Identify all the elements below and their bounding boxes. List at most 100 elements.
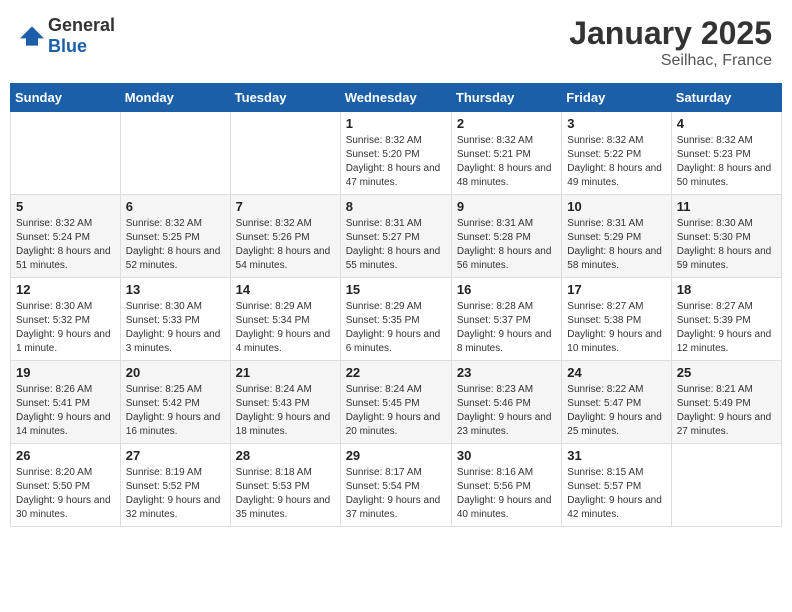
day-info: Sunrise: 8:16 AMSunset: 5:56 PMDaylight:… [457, 466, 556, 522]
col-header-wednesday: Wednesday [340, 84, 451, 112]
day-info: Sunrise: 8:32 AMSunset: 5:20 PMDaylight:… [346, 134, 446, 190]
col-header-thursday: Thursday [451, 84, 561, 112]
day-info: Sunrise: 8:32 AMSunset: 5:24 PMDaylight:… [16, 217, 115, 273]
logo-blue-text: Blue [48, 36, 87, 56]
day-info: Sunrise: 8:24 AMSunset: 5:43 PMDaylight:… [236, 383, 335, 439]
table-row: 19Sunrise: 8:26 AMSunset: 5:41 PMDayligh… [11, 361, 121, 444]
table-row: 11Sunrise: 8:30 AMSunset: 5:30 PMDayligh… [671, 195, 781, 278]
table-row: 13 Sunrise: 8:30 AMSunset: 5:33 PMDayligh… [120, 278, 230, 361]
table-row: 7 Sunrise: 8:32 AMSunset: 5:26 PMDaylight… [230, 195, 340, 278]
day-info: Sunrise: 8:30 AMSunset: 5:32 PMDaylight:… [16, 300, 115, 356]
day-number: 11 [677, 199, 776, 214]
table-row: 6Sunrise: 8:32 AMSunset: 5:25 PMDaylight… [120, 195, 230, 278]
day-info: Sunrise: 8:31 AMSunset: 5:29 PMDaylight:… [567, 217, 665, 273]
day-number: 5 [16, 199, 115, 214]
day-number: 20 [126, 365, 225, 380]
table-row [230, 112, 340, 195]
day-number: 13 [126, 282, 225, 297]
day-number: 29 [346, 448, 446, 463]
day-number: 8 [346, 199, 446, 214]
logo-general-text: General [48, 15, 115, 35]
day-info: Sunrise: 8:32 AMSunset: 5:26 PMDaylight:… [236, 217, 335, 273]
day-info: Sunrise: 8:22 AMSunset: 5:47 PMDaylight:… [567, 383, 665, 439]
day-number: 18 [677, 282, 776, 297]
day-number: 27 [126, 448, 225, 463]
col-header-sunday: Sunday [11, 84, 121, 112]
table-row: 31 Sunrise: 8:15 AMSunset: 5:57 PMDayligh… [562, 444, 671, 527]
calendar-week-row: 1 Sunrise: 8:32 AMSunset: 5:20 PMDaylight… [11, 112, 782, 195]
day-info: Sunrise: 8:28 AMSunset: 5:37 PMDaylight:… [457, 300, 556, 356]
table-row: 28 Sunrise: 8:18 AMSunset: 5:53 PMDayligh… [230, 444, 340, 527]
calendar-week-row: 5 Sunrise: 8:32 AMSunset: 5:24 PMDaylight… [11, 195, 782, 278]
page-header: General Blue January 2025 Seilhac, Franc… [10, 10, 782, 75]
day-info: Sunrise: 8:18 AMSunset: 5:53 PMDaylight:… [236, 466, 335, 522]
location-subtitle: Seilhac, France [569, 52, 772, 70]
day-number: 30 [457, 448, 556, 463]
table-row [120, 112, 230, 195]
day-info: Sunrise: 8:31 AMSunset: 5:27 PMDaylight:… [346, 217, 446, 273]
day-info: Sunrise: 8:21 AMSunset: 5:49 PMDaylight:… [677, 383, 776, 439]
day-number: 1 [346, 116, 446, 131]
calendar-week-row: 12 Sunrise: 8:30 AMSunset: 5:32 PMDayligh… [11, 278, 782, 361]
day-info: Sunrise: 8:19 AMSunset: 5:52 PMDaylight:… [126, 466, 225, 522]
calendar-week-row: 19Sunrise: 8:26 AMSunset: 5:41 PMDayligh… [11, 361, 782, 444]
day-number: 14 [236, 282, 335, 297]
table-row: 18 Sunrise: 8:27 AMSunset: 5:39 PMDayligh… [671, 278, 781, 361]
day-info: Sunrise: 8:30 AMSunset: 5:33 PMDaylight:… [126, 300, 225, 356]
day-info: Sunrise: 8:32 AMSunset: 5:22 PMDaylight:… [567, 134, 665, 190]
day-number: 21 [236, 365, 335, 380]
day-info: Sunrise: 8:27 AMSunset: 5:39 PMDaylight:… [677, 300, 776, 356]
table-row: 15Sunrise: 8:29 AMSunset: 5:35 PMDayligh… [340, 278, 451, 361]
table-row: 12 Sunrise: 8:30 AMSunset: 5:32 PMDayligh… [11, 278, 121, 361]
day-info: Sunrise: 8:31 AMSunset: 5:28 PMDaylight:… [457, 217, 556, 273]
day-info: Sunrise: 8:32 AMSunset: 5:21 PMDaylight:… [457, 134, 556, 190]
table-row: 2 Sunrise: 8:32 AMSunset: 5:21 PMDaylight… [451, 112, 561, 195]
day-number: 17 [567, 282, 665, 297]
day-number: 2 [457, 116, 556, 131]
table-row: 17Sunrise: 8:27 AMSunset: 5:38 PMDayligh… [562, 278, 671, 361]
calendar-header-row: Sunday Monday Tuesday Wednesday Thursday… [11, 84, 782, 112]
table-row: 21 Sunrise: 8:24 AMSunset: 5:43 PMDayligh… [230, 361, 340, 444]
col-header-friday: Friday [562, 84, 671, 112]
logo-icon [20, 26, 44, 46]
table-row: 23 Sunrise: 8:23 AMSunset: 5:46 PMDayligh… [451, 361, 561, 444]
day-number: 22 [346, 365, 446, 380]
col-header-saturday: Saturday [671, 84, 781, 112]
table-row: 3 Sunrise: 8:32 AMSunset: 5:22 PMDaylight… [562, 112, 671, 195]
table-row: 8 Sunrise: 8:31 AMSunset: 5:27 PMDaylight… [340, 195, 451, 278]
table-row: 24 Sunrise: 8:22 AMSunset: 5:47 PMDayligh… [562, 361, 671, 444]
table-row: 20Sunrise: 8:25 AMSunset: 5:42 PMDayligh… [120, 361, 230, 444]
day-number: 23 [457, 365, 556, 380]
day-number: 28 [236, 448, 335, 463]
table-row: 29 Sunrise: 8:17 AMSunset: 5:54 PMDayligh… [340, 444, 451, 527]
table-row: 22 Sunrise: 8:24 AMSunset: 5:45 PMDayligh… [340, 361, 451, 444]
day-number: 10 [567, 199, 665, 214]
table-row [11, 112, 121, 195]
day-number: 16 [457, 282, 556, 297]
day-number: 25 [677, 365, 776, 380]
day-number: 6 [126, 199, 225, 214]
table-row [671, 444, 781, 527]
day-info: Sunrise: 8:15 AMSunset: 5:57 PMDaylight:… [567, 466, 665, 522]
table-row: 16 Sunrise: 8:28 AMSunset: 5:37 PMDayligh… [451, 278, 561, 361]
day-number: 24 [567, 365, 665, 380]
day-number: 3 [567, 116, 665, 131]
day-number: 12 [16, 282, 115, 297]
day-info: Sunrise: 8:29 AMSunset: 5:35 PMDaylight:… [346, 300, 446, 356]
col-header-tuesday: Tuesday [230, 84, 340, 112]
logo: General Blue [20, 15, 115, 57]
day-number: 19 [16, 365, 115, 380]
day-number: 9 [457, 199, 556, 214]
day-info: Sunrise: 8:17 AMSunset: 5:54 PMDaylight:… [346, 466, 446, 522]
table-row: 25 Sunrise: 8:21 AMSunset: 5:49 PMDayligh… [671, 361, 781, 444]
day-info: Sunrise: 8:24 AMSunset: 5:45 PMDaylight:… [346, 383, 446, 439]
day-info: Sunrise: 8:23 AMSunset: 5:46 PMDaylight:… [457, 383, 556, 439]
calendar-week-row: 26Sunrise: 8:20 AMSunset: 5:50 PMDayligh… [11, 444, 782, 527]
table-row: 9 Sunrise: 8:31 AMSunset: 5:28 PMDaylight… [451, 195, 561, 278]
month-year-title: January 2025 [569, 15, 772, 52]
table-row: 27 Sunrise: 8:19 AMSunset: 5:52 PMDayligh… [120, 444, 230, 527]
day-number: 7 [236, 199, 335, 214]
table-row: 10 Sunrise: 8:31 AMSunset: 5:29 PMDayligh… [562, 195, 671, 278]
day-number: 31 [567, 448, 665, 463]
day-info: Sunrise: 8:20 AMSunset: 5:50 PMDaylight:… [16, 466, 115, 522]
